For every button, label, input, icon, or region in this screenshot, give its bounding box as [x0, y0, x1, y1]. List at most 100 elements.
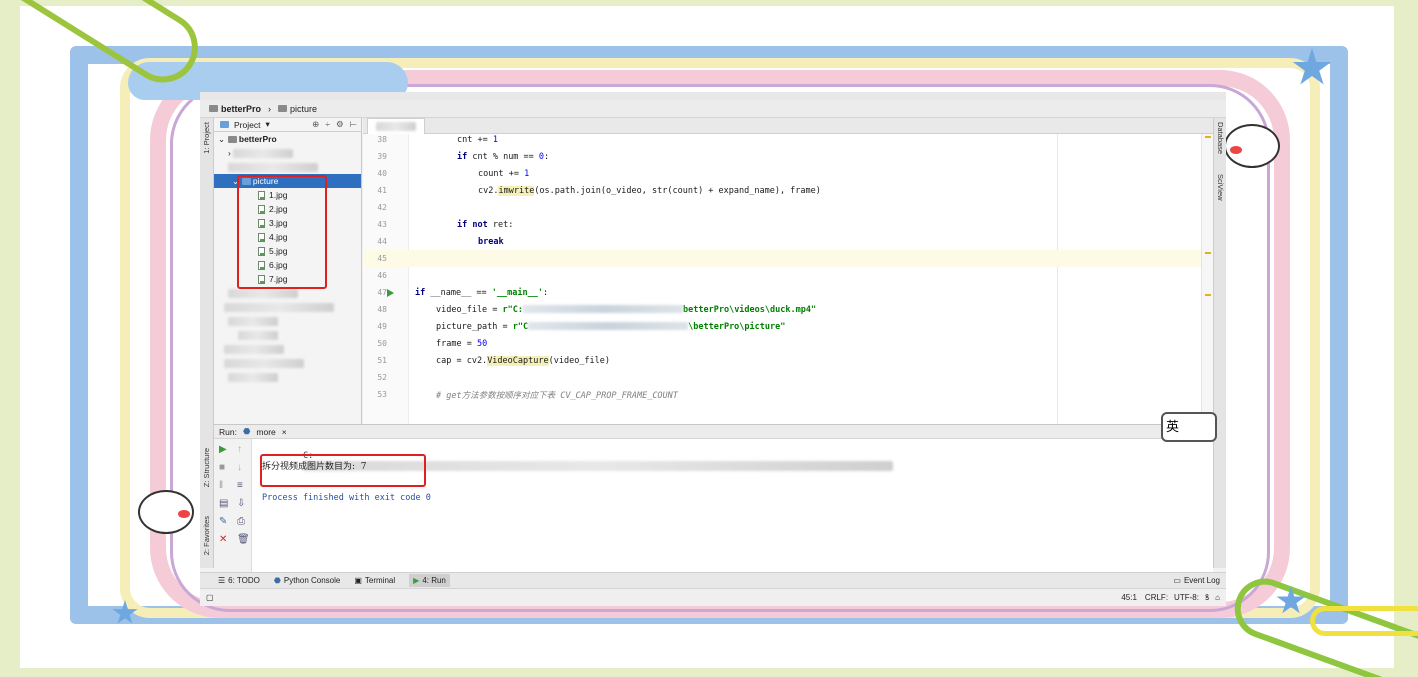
tool-tab-todo[interactable]: ☰ 6: TODO [218, 576, 260, 585]
layout-icon[interactable]: ▤ [219, 499, 228, 509]
run-config-tab[interactable]: more [256, 427, 275, 437]
tree-item[interactable] [214, 342, 361, 356]
todo-icon: ☰ [218, 576, 226, 585]
annotation-box-result [260, 454, 426, 487]
line-number: 38 [377, 135, 387, 144]
code-line: 47 if __name__ == '__main__': [363, 284, 1213, 301]
tree-item[interactable] [214, 356, 361, 370]
breadcrumb-item-project[interactable]: betterPro [206, 104, 264, 114]
project-icon [220, 121, 229, 128]
lock-icon[interactable]: ꝸ [1205, 592, 1209, 603]
line-number: 42 [377, 203, 387, 212]
tab-structure[interactable]: Z: Structure [202, 448, 211, 487]
blurred-tab-title [376, 122, 416, 131]
tree-item[interactable] [214, 300, 361, 314]
editor-tab[interactable] [367, 118, 425, 134]
tab-sciview[interactable]: SciView [1216, 174, 1225, 201]
error-stripe-mark[interactable] [1205, 294, 1211, 296]
trash-icon[interactable]: ⌂ [1215, 593, 1220, 602]
line-number: 53 [377, 390, 387, 399]
ime-label: 英 [1166, 419, 1180, 434]
tab-database[interactable]: Database [1216, 122, 1225, 154]
code-line: 53 # get方法参数按顺序对应下表 CV_CAP_PROP_FRAME_CO… [363, 386, 1213, 403]
error-stripe-mark[interactable] [1205, 252, 1211, 254]
chevron-right-icon[interactable]: › [228, 148, 231, 158]
tab-favorites[interactable]: 2: Favorites [202, 516, 211, 555]
error-stripe-mark[interactable] [1205, 136, 1211, 138]
stop-icon[interactable]: ■ [219, 463, 225, 473]
tab-project[interactable]: 1: Project [202, 122, 211, 154]
code-line: 46 [363, 267, 1213, 284]
rerun-icon[interactable]: ▶ [219, 445, 227, 455]
collapse-icon[interactable]: ÷ [325, 119, 330, 130]
soft-wrap-icon[interactable]: ≡ [237, 481, 243, 491]
hide-icon[interactable]: ⊢ [350, 119, 357, 130]
line-number: 40 [377, 169, 387, 178]
close-icon[interactable]: ✕ [219, 535, 227, 545]
tree-item[interactable] [214, 160, 361, 174]
caret-position[interactable]: 45:1 [1121, 593, 1137, 602]
event-log-button[interactable]: ▭ Event Log [1173, 576, 1220, 585]
code-line: 43 if not ret: [363, 216, 1213, 233]
print-icon[interactable]: ⎙ [237, 517, 245, 527]
code-text: frame = 50 [436, 338, 488, 349]
tool-tab-python-console[interactable]: ⬣ Python Console [274, 576, 340, 585]
code-editor[interactable]: 38 cnt += 1 39 if cnt % num == 0: 40 cou… [363, 118, 1213, 424]
blurred-folder-name [228, 162, 318, 172]
code-string-tail: \betterPro\picture" [688, 321, 786, 332]
cartoon-face-icon [1224, 124, 1280, 168]
toggle-panels-icon[interactable]: ▢ [206, 593, 214, 602]
tool-tab-label: 6: TODO [228, 576, 260, 585]
current-code-line: 45 [363, 250, 1213, 267]
arrow-up-icon[interactable]: ↑ [237, 445, 242, 455]
scope-icon[interactable]: ⊕ [312, 119, 319, 130]
tool-tab-label: Python Console [283, 576, 341, 585]
code-text: cnt += 1 [457, 134, 498, 145]
line-number: 43 [377, 220, 387, 229]
code-string-tail: betterPro\videos\duck.mp4" [683, 304, 817, 315]
project-view-selector[interactable]: Project [234, 120, 260, 130]
right-tool-strip: Database SciView [1213, 118, 1226, 568]
input-method-indicator[interactable]: 英 [1161, 412, 1217, 442]
chevron-down-icon[interactable]: ⌄ [218, 134, 225, 145]
blurred-item [228, 372, 278, 382]
code-text: video_file = r"C: betterPro\videos\duck.m… [436, 304, 817, 315]
chevron-down-icon[interactable]: ▾ [265, 119, 269, 130]
pin-icon[interactable]: ✎ [219, 517, 227, 527]
line-number: 46 [377, 271, 387, 280]
blurred-item [228, 316, 278, 326]
tree-root[interactable]: ⌄ betterPro [214, 132, 361, 146]
line-separator[interactable]: CRLF: [1145, 593, 1168, 602]
blurred-item [228, 288, 298, 298]
tree-item[interactable] [214, 370, 361, 384]
trash-icon[interactable]: 🗑 [237, 535, 250, 545]
code-line: 52 [363, 369, 1213, 386]
breadcrumb-item-folder[interactable]: picture [275, 104, 320, 114]
file-encoding[interactable]: UTF-8: [1174, 593, 1199, 602]
code-text: break [478, 236, 504, 247]
arrow-down-icon[interactable]: ↓ [237, 463, 242, 473]
tree-item[interactable]: › [214, 146, 361, 160]
run-toolbar: ▶ ↑ ■ ↓ ‖ ≡ ▤ ⇩ ✎ ⎙ ✕ 🗑 [214, 439, 252, 573]
tree-item[interactable] [214, 314, 361, 328]
code-line: 48 video_file = r"C: betterPro\videos\duc… [363, 301, 1213, 318]
breadcrumb-label: picture [290, 103, 318, 114]
tree-item[interactable] [214, 328, 361, 342]
breadcrumb: betterPro › picture [200, 100, 1226, 118]
tool-tab-terminal[interactable]: ▣ Terminal [354, 576, 395, 585]
ide-window: betterPro › picture 1: Project Z: Struct… [200, 92, 1226, 606]
code-comment: # get方法参数按顺序对应下表 CV_CAP_PROP_FRAME_COUNT [436, 390, 678, 401]
terminal-icon: ▣ [354, 576, 362, 585]
code-line: 51 cap = cv2.VideoCapture(video_file) [363, 352, 1213, 369]
code-area[interactable]: 38 cnt += 1 39 if cnt % num == 0: 40 cou… [363, 134, 1213, 424]
close-icon[interactable]: × [282, 427, 287, 437]
tool-tab-run[interactable]: ▶ 4: Run [409, 574, 450, 587]
pause-icon[interactable]: ‖ [219, 481, 223, 491]
line-number: 51 [377, 356, 387, 365]
gear-icon[interactable]: ⚙ [336, 119, 344, 130]
event-log-label: Event Log [1183, 576, 1220, 585]
editor-scrollbar[interactable] [1201, 134, 1213, 424]
scroll-end-icon[interactable]: ⇩ [237, 499, 245, 509]
code-line: 50 frame = 50 [363, 335, 1213, 352]
run-gutter-icon[interactable] [387, 288, 394, 297]
